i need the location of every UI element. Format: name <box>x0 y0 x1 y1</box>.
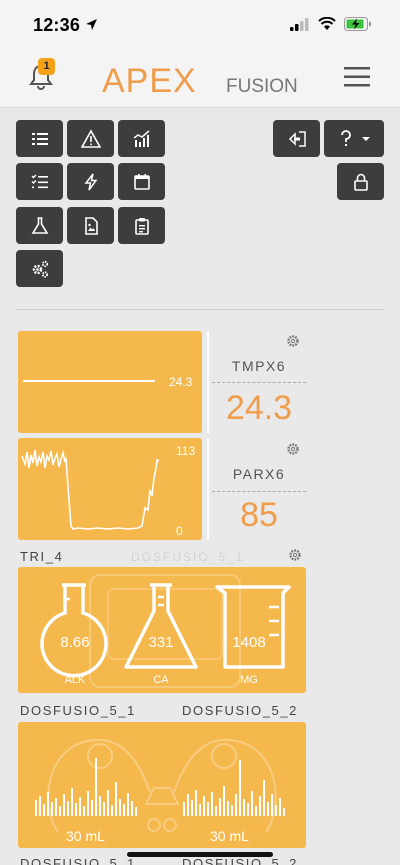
lock-icon <box>353 173 368 191</box>
logo-sub: FUSION <box>226 76 298 96</box>
tmpx6-graph-tile[interactable]: 24.3 <box>18 331 202 433</box>
tmpx6-value: 24.3 <box>225 389 293 427</box>
dos2-label-bottom: DOSFUSIO_5_2 <box>182 856 299 865</box>
parx6-trend-line <box>21 449 160 530</box>
wifi-icon <box>318 17 336 30</box>
tmpx6-name: TMPX6 <box>231 358 287 374</box>
menu-icon[interactable] <box>344 66 370 88</box>
power-button[interactable] <box>67 163 114 200</box>
signal-icon <box>290 17 309 31</box>
lab-button[interactable] <box>16 207 63 244</box>
apex-fusion-logo[interactable]: APEX FUSION <box>102 62 302 96</box>
dos1-label-bottom: DOSFUSIO_5_1 <box>20 856 137 865</box>
graphs-button[interactable] <box>118 120 165 157</box>
dosing-tile[interactable]: 30 mL 30 mL <box>18 722 306 848</box>
tri4-tile[interactable]: 8.66 ALK 331 CA 1408 MG <box>18 567 306 693</box>
parx6-separator <box>212 491 306 492</box>
cogs-icon <box>32 260 48 278</box>
tmpx6-graph-value: 24.3 <box>169 375 193 389</box>
status-time: 12:36 <box>33 15 81 35</box>
tmpx6-separator <box>212 382 306 383</box>
dos2-label: DOSFUSIO_5_2 <box>182 703 299 718</box>
ca-value: 331 <box>148 634 174 651</box>
tile-divider <box>207 438 209 540</box>
file-image-icon <box>84 216 98 235</box>
parx6-settings-icon[interactable] <box>286 442 300 456</box>
alk-label: ALK <box>64 674 86 686</box>
parx6-graph-tile[interactable]: 113 0 <box>18 438 202 540</box>
tmpx6-settings-icon[interactable] <box>286 334 300 348</box>
app-header: 1 APEX FUSION <box>0 48 400 108</box>
lock-button[interactable] <box>337 163 384 200</box>
dos1-amount: 30 mL <box>66 828 105 844</box>
beaker-icon <box>215 585 291 669</box>
warning-icon <box>80 128 101 148</box>
location-arrow-icon <box>86 19 97 30</box>
documents-button[interactable] <box>67 207 114 244</box>
tile-divider <box>207 331 209 433</box>
help-dropdown-button[interactable] <box>324 120 384 157</box>
parx6-name: PARX6 <box>232 466 286 482</box>
mg-label: MG <box>240 674 258 686</box>
section-divider <box>16 309 384 310</box>
chart-icon <box>133 129 149 147</box>
battery-charging-icon <box>344 17 371 31</box>
round-flask-icon <box>40 583 108 678</box>
status-icons <box>290 17 372 31</box>
erlenmeyer-flask-icon <box>124 583 198 669</box>
flask-icon <box>31 216 48 234</box>
logo-main: APEX <box>102 62 197 96</box>
config-button[interactable] <box>16 250 63 287</box>
parx6-value: 85 <box>240 496 278 534</box>
clipboard-button[interactable] <box>118 207 165 244</box>
status-bar: 12:36 <box>0 0 400 48</box>
calendar-button[interactable] <box>118 163 165 200</box>
tri4-label: TRI_4 <box>20 549 64 564</box>
bolt-icon <box>83 173 97 190</box>
tri4-settings-icon[interactable] <box>288 548 302 562</box>
dos2-amount: 30 mL <box>210 828 249 844</box>
login-button[interactable] <box>273 120 320 157</box>
tasks-icon <box>31 174 48 188</box>
list-button[interactable] <box>16 120 63 157</box>
home-indicator[interactable] <box>127 852 273 857</box>
clipboard-icon <box>134 217 149 235</box>
dos1-label: DOSFUSIO_5_1 <box>20 703 137 718</box>
notification-badge: 1 <box>38 58 55 75</box>
tasks-button[interactable] <box>16 163 63 200</box>
list-icon <box>31 132 48 145</box>
alarms-button[interactable] <box>67 120 114 157</box>
alk-value: 8.66 <box>60 634 90 651</box>
parx6-graph-min: 0 <box>176 524 183 538</box>
sign-in-icon <box>288 130 306 147</box>
dosing-history-bars <box>35 758 285 816</box>
ghost-label: DOSFUSIO_5_1 <box>131 550 245 564</box>
calendar-icon <box>133 173 150 190</box>
mg-value: 1408 <box>232 634 266 651</box>
ca-label: CA <box>153 674 169 686</box>
parx6-graph-max: 113 <box>176 444 196 458</box>
help-icon <box>341 129 370 146</box>
